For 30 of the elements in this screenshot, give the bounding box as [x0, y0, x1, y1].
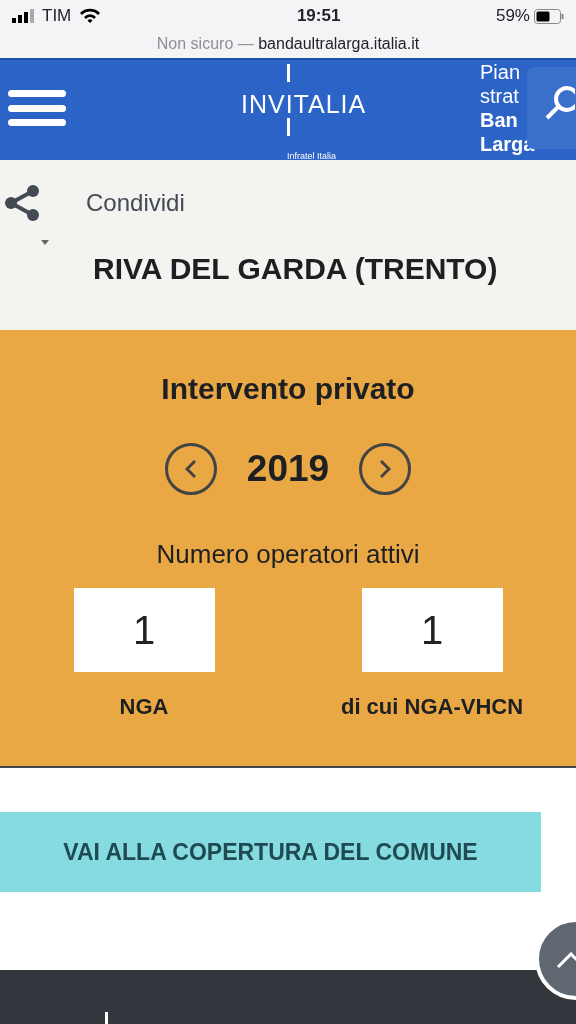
logo-subtitle: Infratel Italia	[287, 152, 337, 160]
dropdown-caret-icon	[41, 240, 49, 245]
signal-icon	[12, 9, 34, 23]
panel-title: Intervento privato	[161, 371, 415, 407]
previous-year-button[interactable]	[164, 442, 217, 495]
clock: 19:51	[296, 5, 341, 28]
site-title-line: Ban	[480, 108, 518, 132]
panel-subtitle: Numero operatori attivi	[156, 537, 420, 571]
chevron-left-icon	[184, 458, 197, 479]
counter-label: di cui NGA-VHCN	[340, 692, 524, 721]
counter-value: 1	[73, 587, 215, 672]
menu-icon[interactable]	[8, 90, 66, 128]
place-title: RIVA DEL GARDA (TRENTO)	[93, 251, 498, 287]
search-icon	[545, 85, 575, 121]
next-year-button[interactable]	[359, 442, 412, 495]
site-title-line: Pian	[480, 60, 521, 84]
chevron-up-icon	[556, 951, 576, 968]
battery-icon	[534, 8, 564, 24]
counter-label: NGA	[119, 692, 169, 721]
chevron-right-icon	[379, 458, 392, 479]
site-title-line: strat	[480, 84, 519, 108]
year: 2019	[246, 447, 330, 491]
counter-value: 1	[361, 587, 503, 672]
share-label[interactable]: Condividi	[86, 185, 185, 221]
share-icon[interactable]	[4, 185, 40, 221]
coverage-button[interactable]: VAI ALLA COPERTURA DEL COMUNE	[0, 812, 541, 892]
wifi-icon	[79, 8, 102, 24]
logo-text[interactable]: INVITALIA	[241, 86, 367, 124]
battery-percent: 59%	[495, 5, 530, 28]
carrier: TIM	[42, 5, 72, 28]
